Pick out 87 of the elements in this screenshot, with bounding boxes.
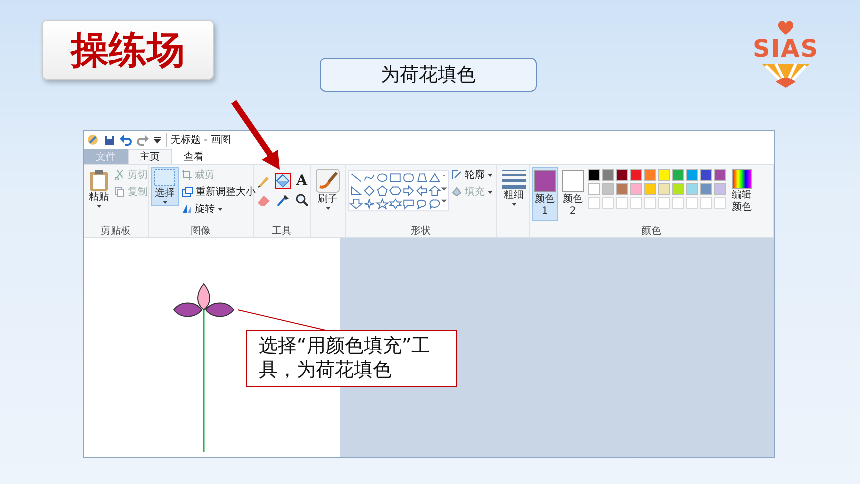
copy-icon: [115, 187, 125, 197]
empty-swatch[interactable]: [630, 197, 642, 209]
color-swatch[interactable]: [644, 183, 656, 195]
rotate-icon: [182, 204, 192, 214]
empty-swatch[interactable]: [616, 197, 628, 209]
magnifier-tool[interactable]: [294, 192, 310, 208]
rotate-button[interactable]: 旋转: [181, 201, 257, 217]
color-swatch[interactable]: [644, 169, 656, 181]
color-swatch[interactable]: [700, 183, 712, 195]
magnifier-icon: [295, 193, 309, 207]
pencil-icon: [257, 174, 271, 188]
caret-icon: [488, 190, 493, 194]
color-swatch[interactable]: [630, 183, 642, 195]
paint-bucket-tool[interactable]: [275, 173, 291, 189]
redo-icon[interactable]: [137, 134, 149, 146]
empty-swatch[interactable]: [644, 197, 656, 209]
empty-swatch[interactable]: [714, 197, 726, 209]
color-swatch[interactable]: [686, 169, 698, 181]
clipboard-icon: [89, 169, 109, 191]
caret-icon: [512, 203, 516, 206]
brushes-button[interactable]: 刷子: [313, 167, 343, 212]
outline-icon: [452, 170, 462, 180]
rainbow-icon: [732, 169, 752, 189]
empty-swatch[interactable]: [588, 197, 600, 209]
line-width-icon: [502, 169, 526, 189]
paste-button[interactable]: 粘贴: [86, 167, 112, 210]
color-swatch[interactable]: [588, 169, 600, 181]
resize-button[interactable]: 重新调整大小: [181, 184, 257, 200]
fill-bucket-icon: [452, 187, 462, 197]
slide-title: 操练场: [42, 20, 214, 80]
subtitle-banner: 为荷花填色: [320, 58, 537, 92]
paint-bucket-icon: [276, 174, 290, 188]
color-swatch[interactable]: [616, 183, 628, 195]
color-swatch[interactable]: [658, 183, 670, 195]
ribbon-tab[interactable]: 查看: [172, 149, 216, 164]
group-label: 剪贴板: [100, 224, 132, 237]
caret-icon: [488, 174, 493, 176]
eyedropper-tool[interactable]: [275, 192, 291, 208]
shape-gallery[interactable]: [348, 169, 449, 213]
edit-colors-button[interactable]: 编辑颜色: [728, 167, 756, 216]
color-1-button[interactable]: 颜色 1: [532, 167, 558, 221]
color-swatch[interactable]: [602, 183, 614, 195]
color-swatch[interactable]: [658, 169, 670, 181]
color-swatch[interactable]: [714, 183, 726, 195]
color-swatch[interactable]: [672, 169, 684, 181]
color-2-button[interactable]: 颜色 2: [560, 167, 586, 221]
color-swatch[interactable]: [588, 183, 600, 195]
selection-icon: [154, 169, 176, 187]
dropdown-icon[interactable]: [154, 136, 161, 144]
group-label: 形状: [410, 224, 432, 237]
text-tool[interactable]: A: [294, 173, 310, 189]
empty-swatch[interactable]: [602, 197, 614, 209]
caret-icon: [162, 201, 168, 204]
logo-text: SIAS: [752, 36, 820, 62]
resize-icon: [182, 187, 193, 197]
callout-text: 选择“用颜色填充”工具，为荷花填色: [246, 330, 457, 387]
ribbon-tab[interactable]: 主页: [128, 149, 172, 164]
group-label: 工具: [271, 225, 293, 237]
empty-swatch[interactable]: [686, 197, 698, 209]
color-swatch[interactable]: [700, 169, 712, 181]
caret-icon: [218, 208, 223, 210]
color-swatch[interactable]: [686, 183, 698, 195]
color-swatch[interactable]: [714, 169, 726, 181]
group-label: 颜色: [640, 224, 662, 237]
color-swatch[interactable]: [616, 169, 628, 181]
heart-icon: [776, 20, 796, 36]
caret-icon: [326, 207, 330, 210]
color-swatch[interactable]: [672, 183, 684, 195]
empty-swatch[interactable]: [700, 197, 712, 209]
empty-swatch[interactable]: [658, 197, 670, 209]
brush-icon: [316, 169, 340, 193]
size-button[interactable]: 粗细: [499, 167, 529, 208]
scissors-icon: [115, 170, 125, 180]
empty-swatch[interactable]: [672, 197, 684, 209]
window-title: 无标题 - 画图: [166, 133, 231, 147]
select-button[interactable]: 选择: [151, 167, 179, 206]
group-label: 图像: [190, 225, 212, 237]
eraser-icon: [257, 193, 271, 207]
color-swatch[interactable]: [602, 169, 614, 181]
caret-icon: [96, 205, 102, 208]
eyedropper-icon: [276, 193, 290, 207]
color-swatch[interactable]: [630, 169, 642, 181]
undo-icon[interactable]: [120, 134, 132, 146]
outline-button[interactable]: 轮廓: [451, 167, 494, 183]
palette-icon: [87, 134, 99, 146]
save-icon[interactable]: [104, 134, 115, 146]
crop-icon: [182, 170, 192, 180]
